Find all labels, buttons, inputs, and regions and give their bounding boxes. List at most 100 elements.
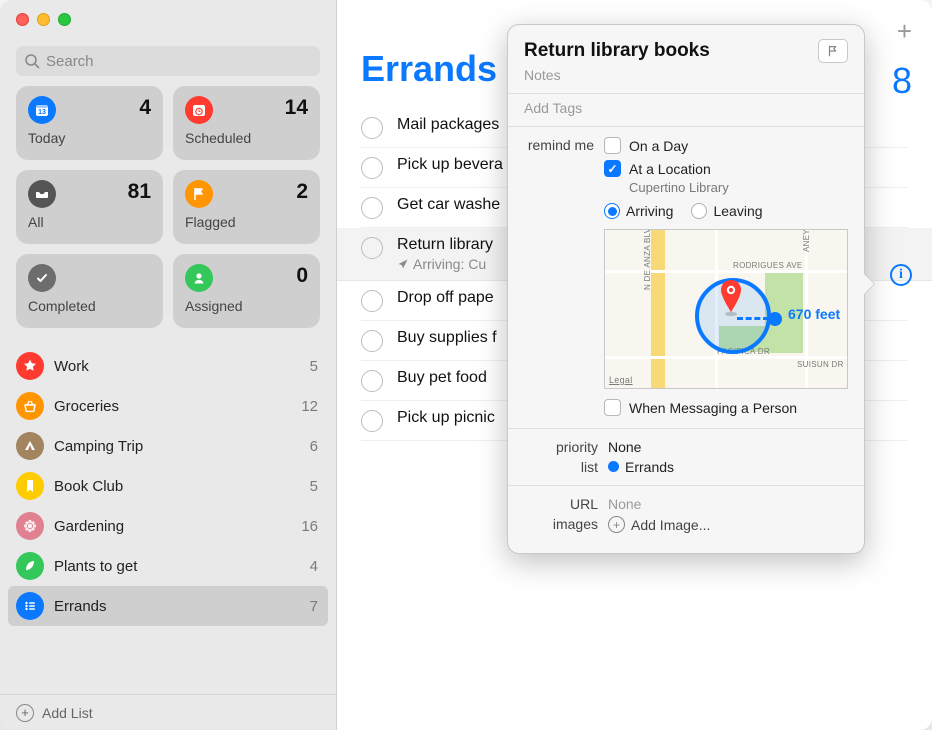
smart-all[interactable]: 81 All [16, 170, 163, 244]
reminder-title: Get car washe [397, 196, 500, 214]
map-highway [651, 230, 665, 388]
list-row-groceries[interactable]: Groceries 12 [0, 386, 336, 426]
search-input[interactable]: Search [16, 46, 320, 76]
calendar-icon: 13 [28, 96, 56, 124]
smart-assigned-label: Assigned [185, 298, 308, 314]
list-label: list [524, 459, 608, 475]
tags-field[interactable]: Add Tags [524, 100, 848, 116]
list-row-gardening[interactable]: Gardening 16 [0, 506, 336, 546]
smart-all-count: 81 [128, 180, 151, 204]
list-row-work[interactable]: Work 5 [0, 346, 336, 386]
list-name: Camping Trip [54, 438, 300, 455]
close-window-button[interactable] [16, 13, 29, 26]
flag-button[interactable] [818, 39, 848, 63]
priority-label: priority [524, 439, 608, 455]
list-name: Gardening [54, 518, 291, 535]
map-road [605, 356, 847, 359]
reminder-subtitle: Arriving: Cu [397, 256, 493, 272]
smart-today-count: 4 [139, 96, 151, 120]
arriving-radio[interactable] [604, 203, 620, 219]
list-bullet-icon [16, 592, 44, 620]
smart-scheduled[interactable]: 14 Scheduled [173, 86, 320, 160]
on-a-day-checkbox[interactable] [604, 137, 621, 154]
map-legal-link[interactable]: Legal [609, 375, 633, 385]
remind-me-label: remind me [524, 137, 604, 153]
completion-toggle[interactable] [361, 370, 383, 392]
reminder-title: Drop off pape [397, 289, 494, 307]
new-reminder-button[interactable]: + [897, 16, 912, 47]
reminder-title: Buy supplies f [397, 329, 497, 347]
reminder-title: Pick up picnic [397, 409, 495, 427]
completion-toggle[interactable] [361, 157, 383, 179]
tray-icon [28, 180, 56, 208]
url-value[interactable]: None [608, 496, 848, 512]
smart-scheduled-label: Scheduled [185, 130, 308, 146]
smart-lists-grid: 13 4 Today 14 Scheduled [0, 86, 336, 340]
reminder-title: Return library [397, 236, 493, 254]
map-street-label: RODRIGUES AVE [733, 261, 803, 270]
reminder-title: Mail packages [397, 116, 499, 134]
search-placeholder: Search [46, 53, 94, 70]
on-a-day-label: On a Day [629, 138, 688, 154]
leaving-radio[interactable] [691, 203, 707, 219]
add-list-button[interactable]: + Add List [0, 694, 336, 730]
notes-field[interactable]: Notes [524, 67, 848, 83]
reminder-title: Buy pet food [397, 369, 487, 387]
add-image-button[interactable]: + Add Image... [608, 516, 848, 533]
list-count: 5 [310, 358, 318, 375]
list-value[interactable]: Errands [608, 459, 848, 475]
completion-toggle[interactable] [361, 290, 383, 312]
basket-icon [16, 392, 44, 420]
list-row-errands[interactable]: Errands 7 [8, 586, 328, 626]
flag-icon [185, 180, 213, 208]
priority-value[interactable]: None [608, 439, 848, 455]
smart-flagged[interactable]: 2 Flagged [173, 170, 320, 244]
info-button[interactable]: i [890, 264, 912, 286]
clock-icon [185, 96, 213, 124]
smart-assigned[interactable]: 0 Assigned [173, 254, 320, 328]
current-list-count: 8 [892, 60, 912, 102]
svg-text:13: 13 [38, 109, 46, 116]
completion-toggle[interactable] [361, 410, 383, 432]
list-name: Work [54, 358, 300, 375]
popover-title[interactable]: Return library books [524, 40, 710, 62]
reminders-window: Search 13 4 Today 14 Schedu [0, 0, 932, 730]
at-location-label: At a Location [629, 161, 711, 177]
bookmark-icon [16, 472, 44, 500]
map-street-label: N DE ANZA BLVD [643, 229, 652, 290]
sidebar: Search 13 4 Today 14 Schedu [0, 0, 337, 730]
completion-toggle[interactable] [361, 197, 383, 219]
map-radius-handle[interactable] [768, 312, 782, 326]
smart-today-label: Today [28, 130, 151, 146]
map-street-label: SUISUN DR [797, 360, 844, 369]
minimize-window-button[interactable] [37, 13, 50, 26]
fullscreen-window-button[interactable] [58, 13, 71, 26]
map-distance-label: 670 feet [788, 306, 840, 322]
arriving-label: Arriving [626, 203, 673, 219]
smart-today[interactable]: 13 4 Today [16, 86, 163, 160]
list-name: Plants to get [54, 558, 300, 575]
list-count: 7 [310, 598, 318, 615]
list-row-plants[interactable]: Plants to get 4 [0, 546, 336, 586]
list-row-camping[interactable]: Camping Trip 6 [0, 426, 336, 466]
list-color-dot [608, 461, 619, 472]
location-map[interactable]: N DE ANZA BLVD RODRIGUES AVE ANEY AVE PA… [604, 229, 848, 389]
window-controls [0, 0, 336, 38]
map-road [605, 270, 847, 273]
smart-completed[interactable]: Completed [16, 254, 163, 328]
completion-toggle[interactable] [361, 330, 383, 352]
completion-toggle[interactable] [361, 237, 383, 259]
popover-arrow [864, 274, 874, 294]
at-location-checkbox[interactable] [604, 160, 621, 177]
list-row-bookclub[interactable]: Book Club 5 [0, 466, 336, 506]
completion-toggle[interactable] [361, 117, 383, 139]
reminder-title: Pick up bevera [397, 156, 503, 174]
add-image-label: Add Image... [631, 517, 710, 533]
smart-completed-label: Completed [28, 298, 151, 314]
url-label: URL [524, 496, 608, 512]
when-messaging-label: When Messaging a Person [629, 400, 797, 416]
list-count: 4 [310, 558, 318, 575]
when-messaging-checkbox[interactable] [604, 399, 621, 416]
reminder-details-popover: Return library books Notes Add Tags remi… [507, 24, 865, 554]
star-icon [16, 352, 44, 380]
